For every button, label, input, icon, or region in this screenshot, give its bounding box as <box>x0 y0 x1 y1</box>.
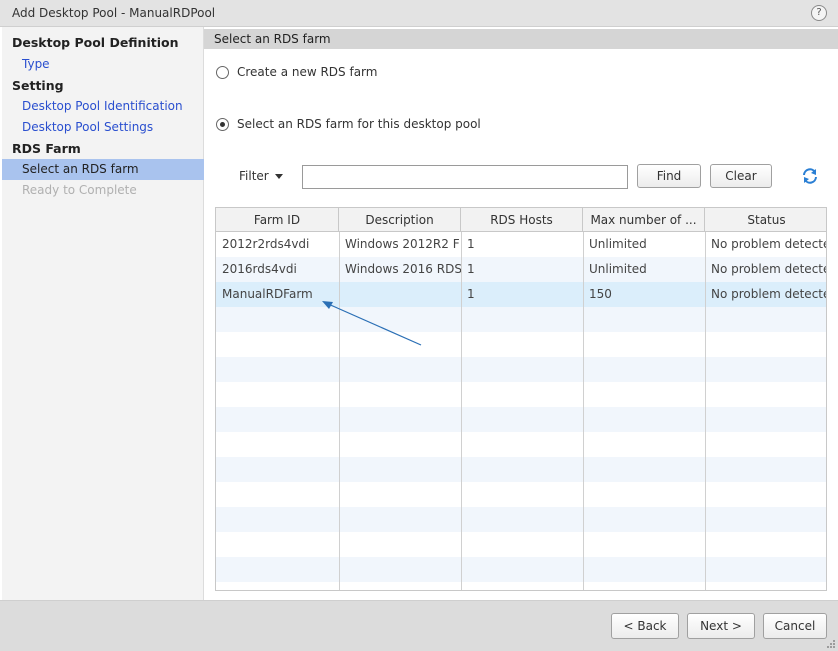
help-icon[interactable]: ? <box>811 5 827 21</box>
cell-rds-hosts: 1 <box>467 262 475 276</box>
column-farm-id[interactable]: Farm ID <box>216 208 339 232</box>
cancel-button[interactable]: Cancel <box>763 613 827 639</box>
table-row[interactable]: 2012r2rds4vdi Windows 2012R2 F 1 Unlimit… <box>216 232 827 257</box>
cell-status: No problem detecte <box>711 237 827 251</box>
step-group-setting: Setting <box>12 78 64 93</box>
step-group-rds-farm: RDS Farm <box>12 141 81 156</box>
option-create-new-farm[interactable]: Create a new RDS farm <box>216 63 377 81</box>
cell-rds-hosts: 1 <box>467 237 475 251</box>
column-divider <box>339 232 340 590</box>
find-button[interactable]: Find <box>637 164 701 188</box>
cell-rds-hosts: 1 <box>467 287 475 301</box>
filter-label: Filter <box>239 169 269 183</box>
table-row[interactable]: 2016rds4vdi Windows 2016 RDS 1 Unlimited… <box>216 257 827 282</box>
column-status[interactable]: Status <box>705 208 826 232</box>
back-button[interactable]: < Back <box>611 613 679 639</box>
radio-select-existing-farm[interactable] <box>216 117 229 131</box>
window-title-bar: Add Desktop Pool - ManualRDPool ? <box>0 0 838 27</box>
column-description[interactable]: Description <box>339 208 461 232</box>
cell-description <box>339 282 461 307</box>
empty-row <box>216 357 826 382</box>
step-group-desktop-pool-definition: Desktop Pool Definition <box>12 35 179 50</box>
cell-farm-id: 2016rds4vdi <box>222 262 297 276</box>
filter-input[interactable] <box>302 165 628 189</box>
filter-dropdown[interactable]: Filter <box>239 169 283 183</box>
option-select-existing-farm[interactable]: Select an RDS farm for this desktop pool <box>216 115 481 133</box>
empty-row <box>216 482 826 507</box>
main-panel: Select an RDS farm Create a new RDS farm… <box>204 27 838 600</box>
cell-farm-id: ManualRDFarm <box>222 287 313 301</box>
column-divider <box>461 232 462 590</box>
option-create-new-farm-label: Create a new RDS farm <box>237 65 378 79</box>
empty-row <box>216 557 826 582</box>
empty-row <box>216 507 826 532</box>
refresh-icon[interactable] <box>801 167 819 185</box>
empty-row <box>216 457 826 482</box>
column-divider <box>583 232 584 590</box>
step-select-rds-farm[interactable]: Select an RDS farm <box>2 159 204 180</box>
empty-row <box>216 532 826 557</box>
step-desktop-pool-settings[interactable]: Desktop Pool Settings <box>2 117 204 138</box>
section-title: Select an RDS farm <box>214 32 331 46</box>
cell-max-number: Unlimited <box>589 262 647 276</box>
step-desktop-pool-identification[interactable]: Desktop Pool Identification <box>2 96 204 117</box>
empty-row <box>216 382 826 407</box>
resize-grip-icon[interactable] <box>826 639 836 649</box>
column-max-number[interactable]: Max number of ... <box>583 208 705 232</box>
cell-farm-id: 2012r2rds4vdi <box>222 237 310 251</box>
clear-button[interactable]: Clear <box>710 164 772 188</box>
section-header: Select an RDS farm <box>204 29 838 49</box>
step-type[interactable]: Type <box>2 54 204 75</box>
radio-create-new-farm[interactable] <box>216 65 229 79</box>
wizard-steps-sidebar: Desktop Pool Definition Type Setting Des… <box>2 27 204 600</box>
empty-row <box>216 432 826 457</box>
empty-row <box>216 407 826 432</box>
cell-max-number: Unlimited <box>589 237 647 251</box>
column-divider <box>705 232 706 590</box>
step-ready-to-complete: Ready to Complete <box>22 183 137 197</box>
empty-row <box>216 307 826 332</box>
option-select-existing-farm-label: Select an RDS farm for this desktop pool <box>237 117 481 131</box>
window-title: Add Desktop Pool - ManualRDPool <box>12 6 216 20</box>
cell-max-number: 150 <box>589 287 612 301</box>
rds-farm-table: Farm ID Description RDS Hosts Max number… <box>215 207 827 591</box>
cell-description: Windows 2016 RDS <box>345 262 461 276</box>
column-rds-hosts[interactable]: RDS Hosts <box>461 208 583 232</box>
caret-down-icon <box>274 174 283 179</box>
cell-status: No problem detecte <box>711 262 827 276</box>
next-button[interactable]: Next > <box>687 613 755 639</box>
table-row-selected[interactable]: ManualRDFarm 1 150 No problem detecte <box>216 282 827 307</box>
table-header: Farm ID Description RDS Hosts Max number… <box>216 208 826 232</box>
cell-status: No problem detecte <box>711 287 827 301</box>
wizard-footer: < Back Next > Cancel <box>0 600 838 651</box>
cell-description: Windows 2012R2 F <box>345 237 460 251</box>
empty-row <box>216 332 826 357</box>
